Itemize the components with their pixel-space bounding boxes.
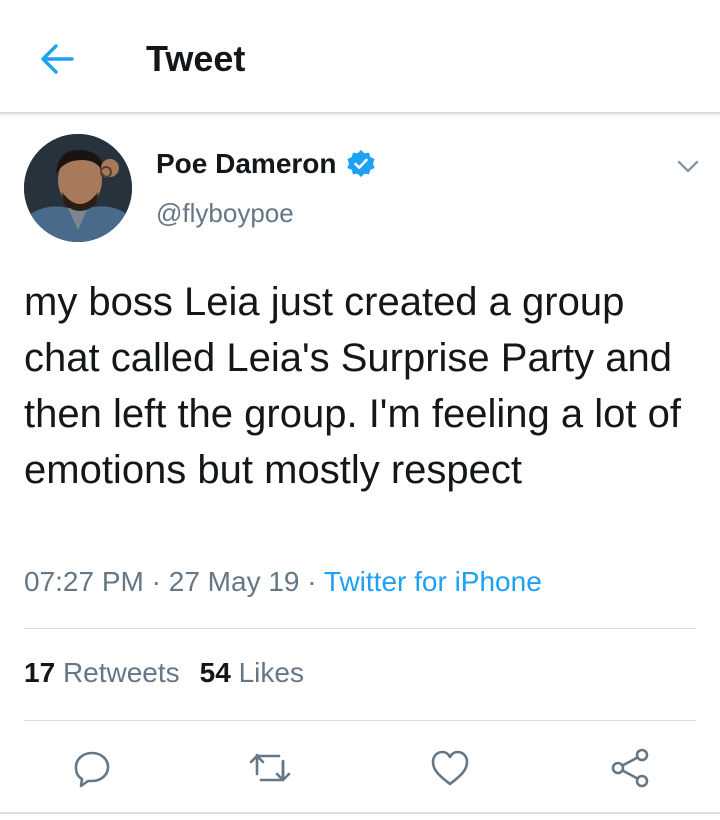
share-icon [611, 748, 649, 788]
reply-button[interactable] [70, 746, 114, 790]
avatar-photo [24, 134, 132, 242]
retweet-button[interactable] [248, 746, 292, 790]
more-options-button[interactable] [672, 150, 704, 182]
tweet-source-link[interactable]: Twitter for iPhone [324, 566, 542, 597]
author-name[interactable]: Poe Dameron [156, 148, 337, 180]
reply-icon [74, 751, 110, 788]
retweet-icon [249, 753, 291, 782]
arrow-left-icon [41, 44, 74, 74]
share-button[interactable] [608, 746, 652, 790]
divider [0, 812, 720, 814]
meta-separator: · [299, 566, 324, 597]
retweets-count: 17 [24, 657, 56, 688]
tweet-time: 07:27 PM [24, 566, 144, 597]
divider [24, 628, 696, 629]
tweet-meta: 07:27 PM · 27 May 19 · Twitter for iPhon… [24, 566, 542, 598]
meta-separator: · [143, 566, 169, 597]
chevron-down-icon [677, 160, 699, 173]
top-bar: Tweet [0, 0, 720, 114]
tweet-stats: 17 Retweets 54 Likes [24, 657, 304, 689]
page-title: Tweet [146, 38, 246, 79]
tweet-date: 27 May 19 [168, 566, 300, 597]
likes-count: 54 [199, 657, 231, 688]
likes-stat[interactable]: 54 Likes [200, 657, 304, 688]
author-handle[interactable]: @flyboypoe [156, 198, 294, 229]
like-icon [431, 750, 469, 786]
likes-label: Likes [238, 657, 304, 688]
back-button[interactable] [36, 38, 78, 80]
verified-badge-icon [347, 150, 375, 177]
tweet-text: my boss Leia just created a group chat c… [24, 280, 681, 492]
retweets-stat[interactable]: 17 Retweets [24, 657, 180, 688]
like-button[interactable] [428, 746, 472, 790]
avatar[interactable] [24, 134, 132, 242]
retweets-label: Retweets [62, 657, 180, 688]
divider [24, 720, 696, 721]
